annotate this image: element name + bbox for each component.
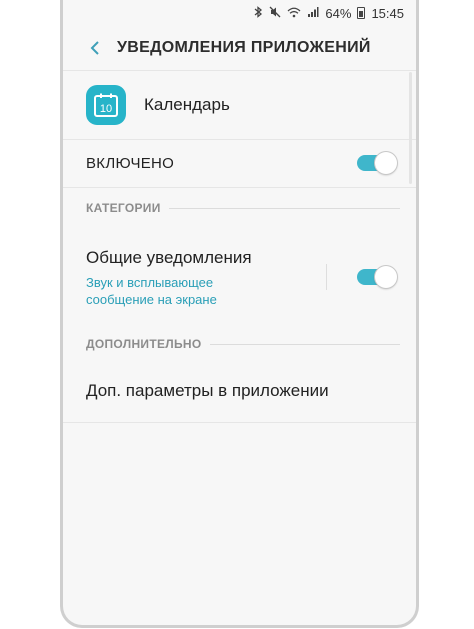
category-subtitle: Звук и всплывающее сообщение на экране xyxy=(86,275,217,307)
enable-notifications-row[interactable]: ВКЛЮЧЕНО xyxy=(63,139,416,188)
bluetooth-icon xyxy=(254,6,263,20)
chevron-left-icon[interactable] xyxy=(75,28,115,68)
phone-frame: 64% 15:45 УВЕДОМЛЕНИЯ ПРИЛОЖЕНИЙ 10 Кале… xyxy=(60,0,419,628)
category-title: Общие уведомления xyxy=(86,248,252,267)
toggle-knob xyxy=(375,152,397,174)
category-row-general[interactable]: Общие уведомления Звук и всплывающее соо… xyxy=(63,238,416,322)
signal-icon xyxy=(307,6,319,20)
enabled-label: ВКЛЮЧЕНО xyxy=(86,154,175,172)
status-bar: 64% 15:45 xyxy=(63,0,416,26)
page-title: УВЕДОМЛЕНИЯ ПРИЛОЖЕНИЙ xyxy=(117,39,371,56)
calendar-icon: 10 xyxy=(86,85,126,125)
advanced-section-header: ДОПОЛНИТЕЛЬНО xyxy=(86,334,400,354)
section-divider xyxy=(209,343,400,345)
app-bar: УВЕДОМЛЕНИЯ ПРИЛОЖЕНИЙ xyxy=(63,28,416,68)
vertical-divider xyxy=(326,264,327,290)
clock: 15:45 xyxy=(371,5,404,21)
enable-notifications-toggle[interactable] xyxy=(357,152,397,174)
app-name: Календарь xyxy=(144,95,230,114)
calendar-day: 10 xyxy=(100,103,112,115)
mute-icon xyxy=(269,6,281,20)
battery-icon xyxy=(357,7,366,19)
advanced-header-label: ДОПОЛНИТЕЛЬНО xyxy=(86,337,202,351)
general-notifications-toggle[interactable] xyxy=(357,266,397,288)
toggle-knob xyxy=(375,266,397,288)
battery-percent: 64% xyxy=(325,5,352,21)
scrollbar[interactable] xyxy=(409,72,412,184)
categories-header-label: КАТЕГОРИИ xyxy=(86,201,161,215)
wifi-icon xyxy=(287,7,301,20)
categories-section-header: КАТЕГОРИИ xyxy=(86,198,400,218)
in-app-settings-row[interactable]: Доп. параметры в приложении xyxy=(63,360,416,423)
section-divider xyxy=(168,207,400,209)
app-info-row: 10 Календарь xyxy=(63,70,416,140)
in-app-settings-label: Доп. параметры в приложении xyxy=(86,381,329,400)
